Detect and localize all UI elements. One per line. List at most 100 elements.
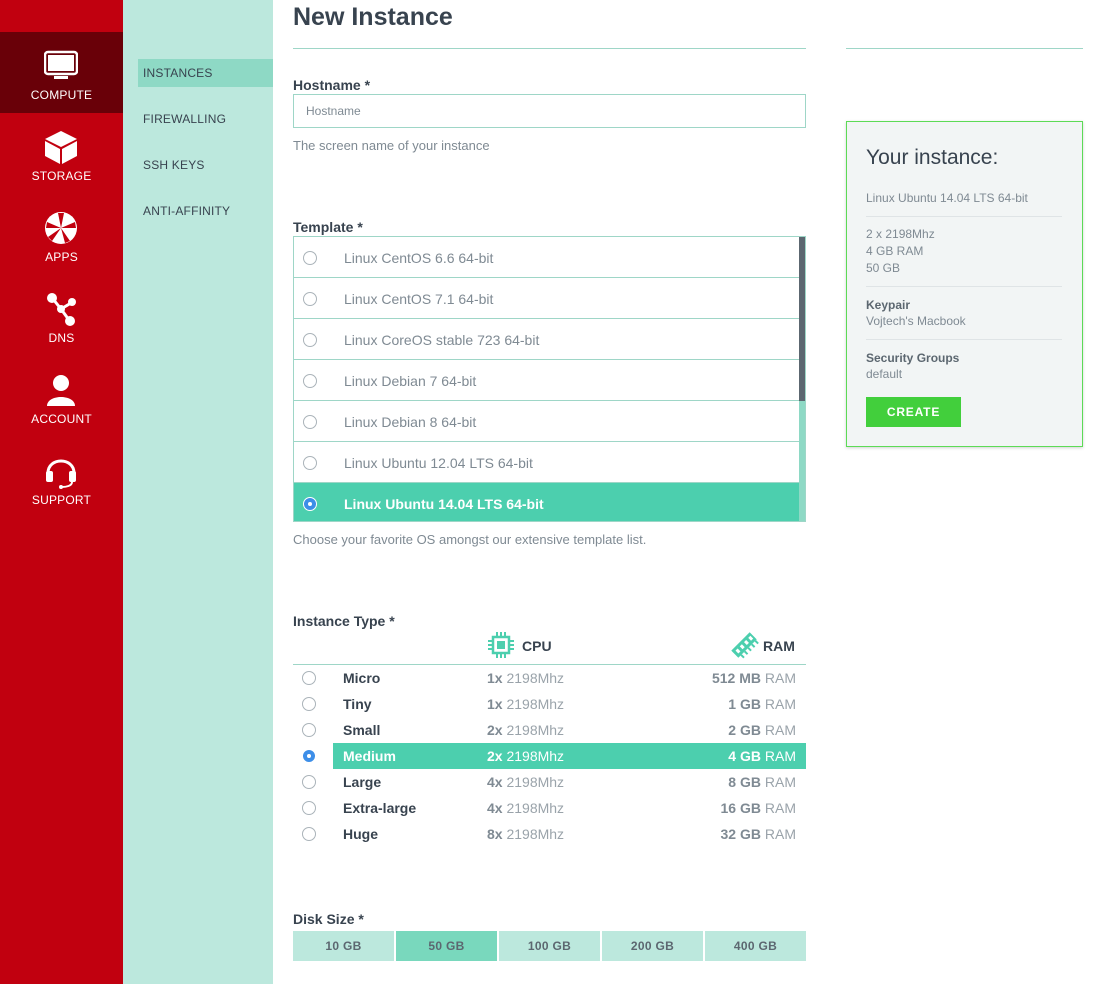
- nav-item-account[interactable]: ACCOUNT: [0, 356, 123, 437]
- nav-item-dns[interactable]: DNS: [0, 275, 123, 356]
- ram-unit: RAM: [764, 748, 796, 764]
- template-option[interactable]: Linux CentOS 6.6 64-bit: [294, 237, 799, 278]
- summary-disk: 50 GB: [866, 261, 901, 275]
- instance-type-row[interactable]: Extra-large 4x 2198Mhz 16 GB RAM: [293, 795, 806, 821]
- instance-type-label: Instance Type *: [293, 613, 395, 629]
- template-radio-selected[interactable]: [303, 497, 317, 511]
- instance-type-radio-selected[interactable]: [302, 749, 316, 763]
- ram-unit: RAM: [764, 696, 796, 712]
- nav-item-storage[interactable]: STORAGE: [0, 113, 123, 194]
- ram-amount: 16 GB: [720, 800, 761, 816]
- instance-type-row[interactable]: Tiny 1x 2198Mhz 1 GB RAM: [293, 691, 806, 717]
- cpu-freq: 2198Mhz: [506, 670, 565, 686]
- template-option-label: Linux Ubuntu 12.04 LTS 64-bit: [344, 455, 533, 471]
- instance-type-radio[interactable]: [302, 671, 316, 685]
- disk-option-10gb[interactable]: 10 GB: [293, 931, 394, 961]
- instance-type-ram: 2 GB RAM: [728, 722, 796, 738]
- template-option-selected[interactable]: Linux Ubuntu 14.04 LTS 64-bit: [294, 483, 799, 521]
- template-option-label: Linux Debian 8 64-bit: [344, 414, 477, 430]
- disk-option-400gb[interactable]: 400 GB: [705, 931, 806, 961]
- hostname-help: The screen name of your instance: [293, 138, 490, 153]
- summary-keypair: Vojtech's Macbook: [866, 314, 966, 328]
- ram-unit: RAM: [764, 800, 796, 816]
- hostname-input[interactable]: [293, 94, 806, 128]
- disk-option-100gb[interactable]: 100 GB: [499, 931, 600, 961]
- template-radio[interactable]: [303, 415, 317, 429]
- nav-item-label: DNS: [48, 331, 75, 345]
- instance-type-radio[interactable]: [302, 697, 316, 711]
- template-help: Choose your favorite OS amongst our exte…: [293, 532, 647, 547]
- instance-type-row[interactable]: Huge 8x 2198Mhz 32 GB RAM: [293, 821, 806, 847]
- template-option[interactable]: Linux CoreOS stable 723 64-bit: [294, 319, 799, 360]
- instance-type-ram: 4 GB RAM: [728, 748, 796, 764]
- summary-ram: 4 GB RAM: [866, 244, 924, 258]
- nav-item-label: SUPPORT: [31, 493, 92, 507]
- title-divider: [293, 48, 806, 49]
- instance-type-name: Micro: [343, 670, 381, 686]
- instance-type-name: Small: [343, 722, 381, 738]
- cpu-freq: 2198Mhz: [506, 800, 565, 816]
- template-option[interactable]: Linux Debian 8 64-bit: [294, 401, 799, 442]
- ram-unit: RAM: [764, 670, 796, 686]
- main-nav: COMPUTE STORAGE APPS DNS ACCOUNT SUPPORT: [0, 0, 123, 984]
- template-radio[interactable]: [303, 456, 317, 470]
- instance-type-row[interactable]: Micro 1x 2198Mhz 512 MB RAM: [293, 665, 806, 691]
- instance-type-name: Medium: [343, 748, 396, 764]
- instance-type-cpu: 8x 2198Mhz: [487, 826, 564, 842]
- share-icon: [47, 293, 76, 326]
- template-option[interactable]: Linux Ubuntu 12.04 LTS 64-bit: [294, 442, 799, 483]
- ram-header: RAM: [763, 638, 795, 654]
- instance-type-radio[interactable]: [302, 801, 316, 815]
- instance-type-ram: 8 GB RAM: [728, 774, 796, 790]
- instance-type-row[interactable]: Large 4x 2198Mhz 8 GB RAM: [293, 769, 806, 795]
- template-radio[interactable]: [303, 251, 317, 265]
- template-radio[interactable]: [303, 333, 317, 347]
- instance-type-name: Huge: [343, 826, 378, 842]
- summary-cpu: 2 x 2198Mhz: [866, 227, 935, 241]
- box-icon: [45, 131, 77, 164]
- ram-icon: [731, 632, 759, 659]
- cpu-cores: 4x: [487, 800, 503, 816]
- template-radio[interactable]: [303, 374, 317, 388]
- instance-type-radio[interactable]: [302, 723, 316, 737]
- cpu-cores: 1x: [487, 696, 503, 712]
- instance-type-row[interactable]: Small 2x 2198Mhz 2 GB RAM: [293, 717, 806, 743]
- template-scrollbar-thumb[interactable]: [799, 237, 805, 401]
- instance-type-ram: 512 MB RAM: [712, 670, 796, 686]
- template-list[interactable]: Linux CentOS 6.6 64-bit Linux CentOS 7.1…: [293, 236, 806, 522]
- template-option[interactable]: Linux Debian 7 64-bit: [294, 360, 799, 401]
- user-icon: [47, 375, 75, 406]
- instance-type-ram: 32 GB RAM: [721, 826, 796, 842]
- cpu-freq: 2198Mhz: [506, 748, 565, 764]
- disk-option-50gb-selected[interactable]: 50 GB: [396, 931, 497, 961]
- subnav-item-firewalling[interactable]: FIREWALLING: [138, 105, 273, 133]
- subnav-item-ssh-keys[interactable]: SSH KEYS: [138, 151, 273, 179]
- subnav-item-instances[interactable]: INSTANCES: [138, 59, 273, 87]
- instance-type-radio[interactable]: [302, 775, 316, 789]
- headset-icon: [46, 459, 76, 489]
- instance-type-row-selected[interactable]: Medium 2x 2198Mhz 4 GB RAM: [293, 743, 806, 769]
- nav-item-apps[interactable]: APPS: [0, 194, 123, 275]
- cpu-cores: 1x: [487, 670, 503, 686]
- instance-type-cpu: 2x 2198Mhz: [487, 722, 564, 738]
- instance-type-name: Extra-large: [343, 800, 417, 816]
- create-button[interactable]: CREATE: [866, 397, 961, 427]
- nav-item-compute[interactable]: COMPUTE: [0, 32, 123, 113]
- instance-type-cpu: 1x 2198Mhz: [487, 670, 564, 686]
- monitor-icon: [44, 50, 78, 79]
- template-option[interactable]: Linux CentOS 7.1 64-bit: [294, 278, 799, 319]
- nav-item-support[interactable]: SUPPORT: [0, 437, 123, 518]
- cpu-header: CPU: [522, 638, 552, 654]
- instance-type-radio[interactable]: [302, 827, 316, 841]
- subnav-item-anti-affinity[interactable]: ANTI-AFFINITY: [138, 197, 273, 225]
- cpu-freq: 2198Mhz: [506, 722, 565, 738]
- template-radio[interactable]: [303, 292, 317, 306]
- ram-amount: 512 MB: [711, 670, 761, 686]
- template-option-label: Linux CoreOS stable 723 64-bit: [344, 332, 540, 348]
- instance-type-cpu: 4x 2198Mhz: [487, 774, 564, 790]
- disk-size-label: Disk Size *: [293, 911, 364, 927]
- disk-option-200gb[interactable]: 200 GB: [602, 931, 703, 961]
- instance-type-cpu: 4x 2198Mhz: [487, 800, 564, 816]
- template-option-label: Linux Debian 7 64-bit: [344, 373, 477, 389]
- cpu-cores: 2x: [487, 722, 503, 738]
